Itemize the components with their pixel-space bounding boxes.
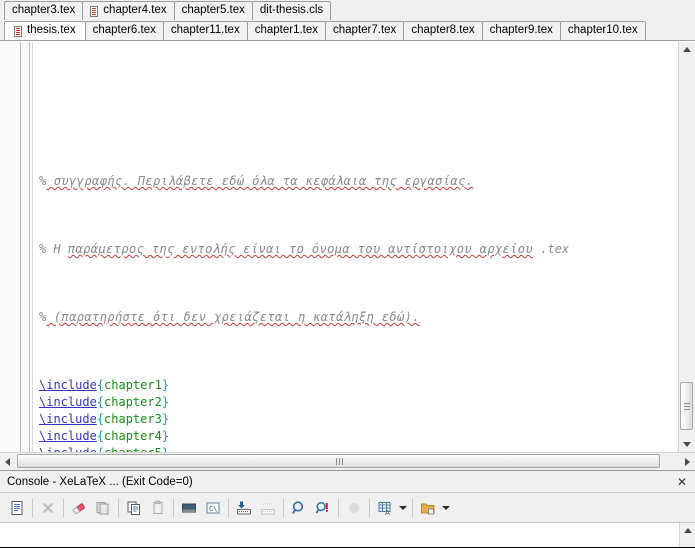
brace-close: } (161, 412, 170, 426)
code-line-include: \include{chapter3} (39, 411, 678, 428)
tab-label: chapter9.tex (489, 24, 553, 37)
tab-label: chapter5.tex (181, 4, 245, 17)
tab-chapter9[interactable]: chapter9.tex (481, 21, 561, 40)
comment-text: παράμετρος της εντολής είναι το όνομα το… (67, 242, 534, 256)
tab-label: chapter8.tex (411, 24, 475, 37)
tab-label: chapter11.tex (170, 24, 240, 37)
eraser-icon[interactable] (67, 496, 91, 520)
scroll-down-button[interactable] (679, 436, 695, 452)
code-line-include: \include{chapter1} (39, 377, 678, 394)
search-icon[interactable] (287, 496, 311, 520)
code-line-include: \include{chapter5} (39, 445, 678, 452)
comment-prefix: Η (46, 242, 68, 256)
latex-editor-window: chapter3.tex chapter4.tex chapter5.tex d… (0, 0, 695, 548)
include-command: \include (39, 429, 97, 443)
include-argument: chapter3 (104, 412, 162, 426)
include-argument: chapter1 (104, 378, 162, 392)
tab-label: chapter6.tex (92, 24, 156, 37)
tab-label: thesis.tex (27, 24, 76, 37)
folder-icon[interactable] (416, 496, 440, 520)
paste-stack-icon[interactable] (91, 496, 115, 520)
tab-dit-thesis-cls[interactable]: dit-thesis.cls (251, 1, 332, 20)
svg-text:A: A (385, 509, 390, 516)
scroll-up-button[interactable] (679, 42, 695, 58)
editor-gutter[interactable] (0, 42, 33, 452)
search-error-icon[interactable] (311, 496, 335, 520)
tab-row-2: thesis.tex chapter6.tex chapter11.tex ch… (0, 20, 695, 40)
code-line-comment-1: % συγγραφής. Περιλάβετε εδώ όλα τα κεφάλ… (39, 173, 678, 190)
editor-body: συγγραφής. Περιλάβετε εδώ όλα τα κεφάλαι… (0, 42, 695, 452)
tab-thesis-active[interactable]: thesis.tex (4, 21, 86, 40)
document-icon (14, 25, 23, 37)
editor-horizontal-scrollbar[interactable] (0, 452, 695, 470)
brace-close: } (161, 429, 170, 443)
scroll-right-button[interactable] (678, 453, 695, 470)
table-dropdown-caret-icon[interactable] (397, 496, 409, 520)
console-title: Console - XeLaTeX ... (Exit Code=0) (7, 475, 193, 488)
include-command: \include (39, 412, 97, 426)
tab-chapter5[interactable]: chapter5.tex (173, 1, 253, 20)
tab-chapter10[interactable]: chapter10.tex (559, 21, 646, 40)
comment-text: (παρατηρήστε ότι δεν χρειάζεται η κατάλη… (46, 310, 420, 324)
close-icon[interactable]: ✕ (675, 475, 689, 489)
comment-text: συγγραφής. Περιλάβετε εδώ όλα τα κεφάλαι… (46, 174, 474, 188)
tab-chapter3[interactable]: chapter3.tex (4, 1, 84, 20)
brace-open: { (96, 429, 105, 443)
brace-open: { (96, 378, 105, 392)
source-editor: συγγραφής. Περιλάβετε εδώ όλα τα κεφάλαι… (0, 41, 695, 470)
keyboard-down-icon[interactable] (232, 496, 256, 520)
tab-row-1: chapter3.tex chapter4.tex chapter5.tex d… (0, 0, 695, 20)
code-line-comment-2: % Η παράμετρος της εντολής είναι το όνομ… (39, 241, 678, 258)
tab-chapter6[interactable]: chapter6.tex (84, 21, 164, 40)
brace-open: { (96, 412, 105, 426)
include-argument: chapter2 (104, 395, 162, 409)
code-line-comment-3: % (παρατηρήστε ότι δεν χρειάζεται η κατά… (39, 309, 678, 326)
code-line-include: \include{chapter4} (39, 428, 678, 445)
clipboard-icon[interactable] (146, 496, 170, 520)
keyboard-disabled-icon[interactable] (256, 496, 280, 520)
console-output[interactable] (0, 523, 695, 548)
tab-label: dit-thesis.cls (259, 4, 324, 17)
table-icon[interactable]: A (373, 496, 397, 520)
tab-label: chapter7.tex (333, 24, 397, 37)
svg-text:C\: C\ (209, 505, 217, 513)
console-output-scrollbar[interactable] (679, 523, 695, 547)
copy-icon[interactable] (122, 496, 146, 520)
tab-chapter7[interactable]: chapter7.tex (325, 21, 405, 40)
folder-dropdown-caret-icon[interactable] (440, 496, 452, 520)
tab-label: chapter1.tex (254, 24, 319, 37)
editor-tab-bar: chapter3.tex chapter4.tex chapter5.tex d… (0, 0, 695, 41)
terminal-icon[interactable] (177, 496, 201, 520)
tab-label: chapter4.tex (103, 4, 167, 17)
include-command: \include (39, 378, 97, 392)
brace-open: { (96, 395, 105, 409)
console-panel: Console - XeLaTeX ... (Exit Code=0) ✕ C\… (0, 470, 695, 548)
code-line-include: \include{chapter2} (39, 394, 678, 411)
tab-label: chapter3.tex (12, 4, 76, 17)
log-icon[interactable] (5, 496, 29, 520)
include-argument: chapter4 (104, 429, 162, 443)
horizontal-scroll-thumb[interactable] (17, 454, 660, 468)
console-header: Console - XeLaTeX ... (Exit Code=0) ✕ (0, 471, 695, 493)
brace-close: } (161, 395, 170, 409)
tab-label: chapter10.tex (567, 24, 638, 37)
circle-icon[interactable] (342, 496, 366, 520)
tab-chapter4[interactable]: chapter4.tex (82, 1, 175, 20)
command-icon[interactable]: C\ (201, 496, 225, 520)
vertical-scroll-thumb[interactable] (680, 382, 693, 430)
stop-icon[interactable] (36, 496, 60, 520)
code-line-clipped: συγγραφής. Περιλάβετε εδώ όλα τα κεφάλαι… (39, 113, 678, 122)
brace-close: } (161, 378, 170, 392)
include-command: \include (39, 395, 97, 409)
editor-vertical-scrollbar[interactable] (678, 42, 695, 452)
code-area[interactable]: συγγραφής. Περιλάβετε εδώ όλα τα κεφάλαι… (33, 42, 678, 452)
include-block: \include{chapter1} \include{chapter2} \inc… (39, 377, 678, 452)
console-toolbar: C\ A (0, 493, 695, 523)
scroll-left-button[interactable] (0, 453, 17, 470)
tab-chapter8[interactable]: chapter8.tex (403, 21, 483, 40)
tab-chapter1[interactable]: chapter1.tex (246, 21, 327, 40)
document-icon (90, 5, 99, 17)
tab-chapter11[interactable]: chapter11.tex (162, 21, 248, 40)
comment-suffix: .tex (533, 242, 570, 256)
